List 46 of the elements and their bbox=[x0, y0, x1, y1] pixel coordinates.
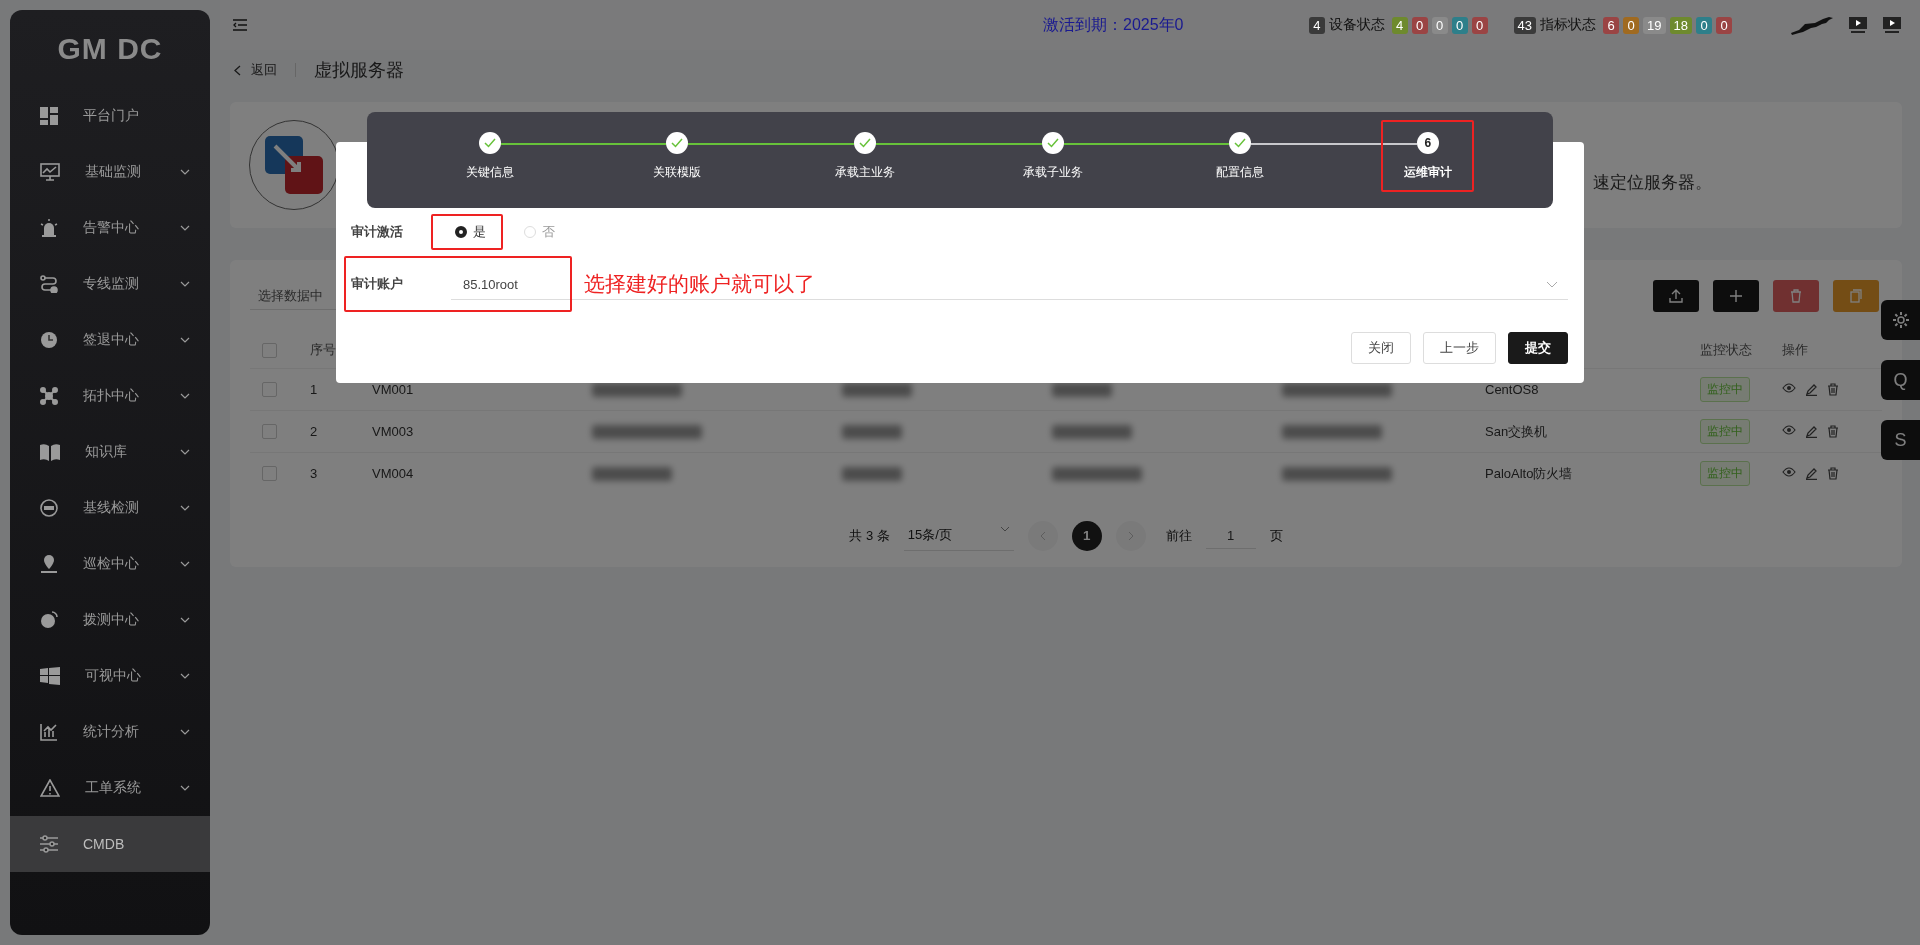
step-label: 承载子业务 bbox=[1022, 164, 1083, 181]
description-text: 速定位服务器。 bbox=[1593, 171, 1712, 194]
step-label: 关键信息 bbox=[465, 164, 514, 181]
status-badge: 0 bbox=[1716, 16, 1732, 34]
table-cell-text: 2 bbox=[309, 424, 319, 439]
status-badge: 4 bbox=[1391, 16, 1408, 34]
step-label: 关联模版 bbox=[653, 164, 702, 181]
field-label: 审计激活 bbox=[351, 223, 404, 241]
status-badge: 19 bbox=[1643, 16, 1666, 34]
status-tag: 监控中 bbox=[1700, 419, 1750, 444]
goto-label: 前往 bbox=[1165, 526, 1192, 545]
status-badge: 0 bbox=[1451, 16, 1468, 34]
page-title: 虚拟服务器 bbox=[314, 59, 404, 82]
status-badge: 0 bbox=[1696, 16, 1712, 34]
step-number: 6 bbox=[1416, 132, 1439, 154]
column-header: 监控状态 bbox=[1699, 341, 1753, 359]
status-badge: 6 bbox=[1603, 16, 1620, 34]
step-label: 运维审计 bbox=[1403, 164, 1452, 181]
table-cell-text: 3 bbox=[309, 466, 319, 481]
count-badge: 4 bbox=[1309, 16, 1325, 34]
step-label: 配置信息 bbox=[1216, 164, 1265, 181]
table-cell-text: VM001 bbox=[371, 382, 415, 397]
total-count: 共 3 条 bbox=[849, 526, 890, 545]
status-badge: 0 bbox=[1623, 16, 1640, 34]
table-cell-text: 1 bbox=[309, 382, 319, 397]
status-label: 设备状态 bbox=[1328, 16, 1385, 34]
table-cell-text: CentOS8 bbox=[1484, 382, 1540, 397]
table-cell-text: PaloAlto防火墙 bbox=[1484, 464, 1574, 483]
status-badge: 0 bbox=[1471, 16, 1488, 34]
app-logo: GM DC bbox=[57, 32, 163, 66]
table-cell-text: VM004 bbox=[371, 466, 415, 481]
activation-expiry-text: 激活到期：2025年0 bbox=[1043, 14, 1184, 35]
status-tag: 监控中 bbox=[1700, 377, 1750, 402]
status-badge: 0 bbox=[1411, 16, 1428, 34]
count-badge: 43 bbox=[1513, 16, 1537, 34]
step-label: 承载主业务 bbox=[835, 164, 895, 181]
page-suffix: 页 bbox=[1269, 526, 1283, 545]
table-cell-text: San交换机 bbox=[1484, 422, 1549, 441]
column-header: 序号 bbox=[309, 341, 337, 359]
status-tag: 监控中 bbox=[1700, 461, 1750, 486]
field-label: 审计账户 bbox=[351, 275, 404, 293]
column-header: 操作 bbox=[1781, 341, 1809, 359]
status-badge: 18 bbox=[1669, 16, 1692, 34]
status-label: 指标状态 bbox=[1540, 16, 1597, 34]
table-cell-text: VM003 bbox=[371, 424, 415, 439]
status-badge: 0 bbox=[1431, 16, 1448, 34]
